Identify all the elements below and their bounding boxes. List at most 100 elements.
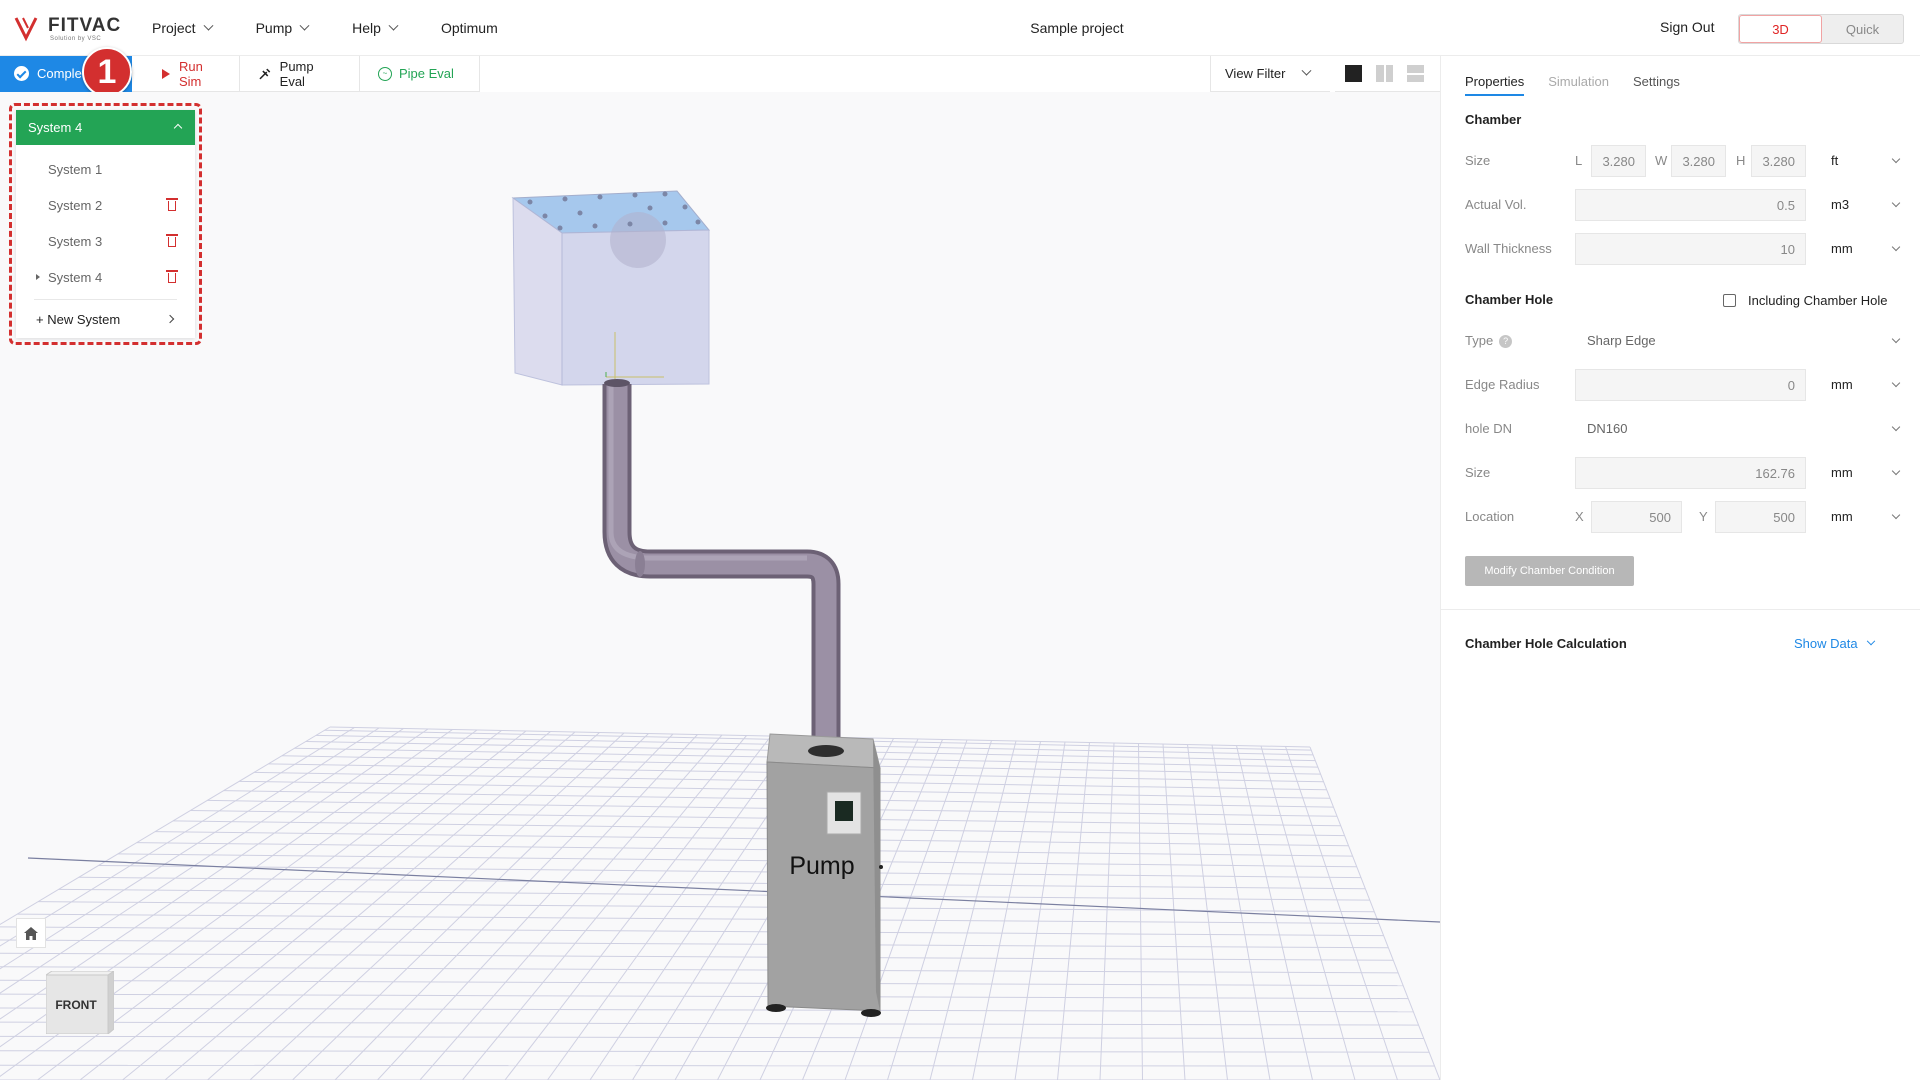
chevron-down-icon: [1302, 65, 1312, 76]
home-view-button[interactable]: [16, 918, 46, 948]
size-l-input[interactable]: 3.280: [1591, 145, 1646, 177]
edge-radius-unit-select[interactable]: mm: [1831, 377, 1853, 392]
chevron-right-icon: [165, 314, 175, 324]
tab-settings[interactable]: Settings: [1633, 56, 1680, 96]
wall-thickness-row: Wall Thickness 10 mm: [1465, 233, 1905, 265]
system-item-label: System 1: [48, 161, 103, 177]
pump-eval-button[interactable]: Pump Eval: [240, 56, 360, 92]
chevron-down-icon[interactable]: [1891, 422, 1901, 432]
pump-eval-icon: [259, 68, 271, 79]
sign-out-link[interactable]: Sign Out: [1660, 19, 1714, 35]
pump-eval-label: Pump Eval: [279, 58, 314, 89]
chevron-down-icon[interactable]: [1891, 378, 1901, 388]
trash-icon[interactable]: [166, 270, 178, 283]
edge-radius-input[interactable]: 0: [1575, 369, 1806, 401]
run-sim-button[interactable]: Run Sim: [132, 56, 240, 92]
app-header: FITVAC Solution by VSC Project Pump Help…: [0, 0, 1920, 56]
system-selected-header[interactable]: System 4: [16, 110, 195, 145]
system-list-item-4[interactable]: System 4: [16, 259, 195, 295]
hole-type-label-text: Type: [1465, 333, 1494, 348]
hole-size-input[interactable]: 162.76: [1575, 457, 1806, 489]
show-data-label: Show Data: [1794, 636, 1858, 651]
play-icon: [162, 68, 170, 79]
location-unit-select[interactable]: mm: [1831, 509, 1853, 524]
hole-type-row[interactable]: Type? Sharp Edge: [1465, 325, 1905, 357]
hole-type-select[interactable]: Sharp Edge: [1587, 333, 1656, 348]
chevron-down-icon[interactable]: [1891, 198, 1901, 208]
chevron-down-icon[interactable]: [1891, 466, 1901, 476]
layout-rows-icon[interactable]: [1407, 65, 1424, 82]
caret-right-icon[interactable]: [36, 274, 40, 280]
system-list-item-2[interactable]: System 2: [16, 187, 195, 223]
system-list-item-1[interactable]: System 1: [16, 151, 195, 187]
hole-size-row: Size 162.76 mm: [1465, 457, 1905, 489]
location-x-input[interactable]: 500: [1591, 501, 1682, 533]
wall-thickness-label: Wall Thickness: [1465, 241, 1552, 256]
new-system-button[interactable]: + New System: [16, 300, 195, 338]
wall-thickness-input[interactable]: 10: [1575, 233, 1806, 265]
cube-face-label: FRONT: [55, 998, 97, 1012]
size-h-label: H: [1736, 153, 1746, 168]
including-chamber-hole-checkbox[interactable]: Including Chamber Hole: [1723, 293, 1887, 308]
trash-icon[interactable]: [166, 198, 178, 211]
panel-tabs: Properties Simulation Settings: [1465, 56, 1680, 96]
chamber-hole-section-title: Chamber Hole: [1465, 292, 1554, 307]
main-toolbar: Complete Run Sim Pump Eval ~ Pipe Eval: [0, 56, 480, 92]
system-dropdown-highlight: System 4 System 1 System 2 System 3 Syst…: [9, 103, 202, 345]
pump-label: Pump: [789, 852, 854, 880]
trash-icon[interactable]: [166, 234, 178, 247]
location-y-input[interactable]: 500: [1715, 501, 1806, 533]
system-list-item-3[interactable]: System 3: [16, 223, 195, 259]
hole-size-label: Size: [1465, 465, 1491, 480]
pump-unit[interactable]: Pump: [766, 733, 883, 1017]
checkbox-unchecked-icon[interactable]: [1723, 294, 1736, 307]
view-filter-label: View Filter: [1225, 66, 1286, 81]
properties-panel: Properties Simulation Settings Chamber S…: [1440, 56, 1920, 1080]
system-item-label: System 2: [48, 197, 103, 213]
volume-unit-select[interactable]: m3: [1831, 197, 1849, 212]
chevron-down-icon[interactable]: [1891, 154, 1901, 164]
wall-thickness-unit-select[interactable]: mm: [1831, 241, 1853, 256]
size-l-label: L: [1575, 153, 1583, 168]
size-h-input[interactable]: 3.280: [1751, 145, 1806, 177]
home-icon: [24, 926, 38, 940]
hole-size-unit-select[interactable]: mm: [1831, 465, 1853, 480]
chamber-size-row: Size L 3.280 W 3.280 H 3.280 ft: [1465, 145, 1905, 177]
layout-columns-icon[interactable]: [1376, 65, 1393, 82]
view-mode-3d[interactable]: 3D: [1739, 15, 1822, 43]
hole-location-label: Location: [1465, 509, 1515, 524]
hole-dn-select[interactable]: DN160: [1587, 421, 1627, 436]
pipe-assembly[interactable]: [602, 379, 844, 760]
chevron-down-icon[interactable]: [1891, 334, 1901, 344]
check-circle-icon: [14, 66, 29, 81]
pipe-eval-button[interactable]: ~ Pipe Eval: [360, 56, 480, 92]
vacuum-chamber[interactable]: [511, 190, 711, 386]
help-icon[interactable]: ?: [1499, 335, 1513, 348]
chevron-down-icon[interactable]: [1891, 510, 1901, 520]
scene-canvas: Pump: [0, 190, 1440, 1080]
tab-properties[interactable]: Properties: [1465, 56, 1525, 96]
show-data-toggle[interactable]: Show Data: [1794, 636, 1875, 651]
actual-volume-input[interactable]: 0.5: [1575, 189, 1806, 221]
run-sim-label: Run Sim: [179, 58, 203, 89]
view-mode-quick[interactable]: Quick: [1822, 15, 1903, 43]
chamber-size-label: Size: [1465, 153, 1491, 168]
tab-simulation[interactable]: Simulation: [1548, 56, 1609, 96]
pipe-eval-icon: ~: [378, 66, 392, 81]
orientation-cube[interactable]: FRONT: [46, 971, 114, 1034]
view-filter-dropdown[interactable]: View Filter: [1210, 56, 1330, 92]
size-unit-select[interactable]: ft: [1831, 153, 1838, 168]
hole-location-row: Location X 500 Y 500 mm: [1465, 501, 1905, 533]
layout-single-icon[interactable]: [1345, 65, 1362, 82]
modify-chamber-condition-button[interactable]: Modify Chamber Condition: [1465, 556, 1634, 586]
project-title: Sample project: [1030, 20, 1124, 36]
3d-viewport[interactable]: Pump System 4 System 1 System 2 System 3: [0, 92, 1440, 1080]
chevron-down-icon[interactable]: [1891, 242, 1901, 252]
hole-dn-row[interactable]: hole DN DN160: [1465, 413, 1905, 445]
chevron-up-icon: [173, 123, 183, 133]
edge-radius-row: Edge Radius 0 mm: [1465, 369, 1905, 401]
chevron-down-icon: [1866, 636, 1875, 645]
size-w-input[interactable]: 3.280: [1671, 145, 1726, 177]
edge-radius-label: Edge Radius: [1465, 377, 1540, 392]
hole-type-label: Type?: [1465, 333, 1513, 348]
